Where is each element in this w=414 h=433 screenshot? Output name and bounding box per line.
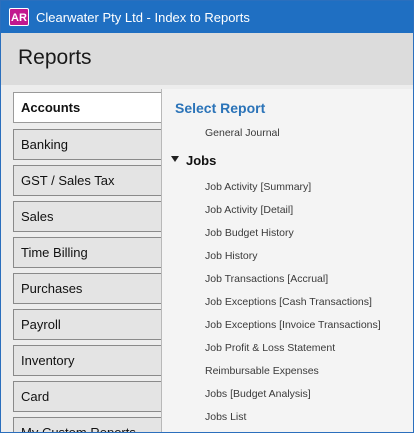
report-item-job-activity-summary[interactable]: Job Activity [Summary]: [205, 181, 311, 193]
report-item-job-exceptions-cash[interactable]: Job Exceptions [Cash Transactions]: [205, 296, 372, 308]
select-report-panel: Select Report General Journal Jobs Job A…: [161, 89, 413, 432]
select-report-heading: Select Report: [175, 100, 266, 116]
report-item-job-profit-loss[interactable]: Job Profit & Loss Statement: [205, 342, 335, 354]
report-item-job-transactions-accrual[interactable]: Job Transactions [Accrual]: [205, 273, 328, 285]
report-item-jobs-list[interactable]: Jobs List: [205, 411, 246, 423]
report-item-reimbursable-expenses[interactable]: Reimbursable Expenses: [205, 365, 319, 377]
reports-window: AR Clearwater Pty Ltd - Index to Reports…: [0, 0, 414, 433]
app-logo-icon: AR: [9, 8, 29, 26]
report-item-job-history[interactable]: Job History: [205, 250, 258, 262]
report-item-jobs-budget-analysis[interactable]: Jobs [Budget Analysis]: [205, 388, 311, 400]
report-item-job-activity-detail[interactable]: Job Activity [Detail]: [205, 204, 293, 216]
report-item-job-exceptions-invoice[interactable]: Job Exceptions [Invoice Transactions]: [205, 319, 381, 331]
caret-down-icon[interactable]: [171, 156, 179, 162]
report-item-job-budget-history[interactable]: Job Budget History: [205, 227, 294, 239]
window-title: Clearwater Pty Ltd - Index to Reports: [36, 10, 250, 25]
page-title: Reports: [18, 46, 92, 69]
page-header: Reports: [1, 33, 413, 85]
report-item-general-journal[interactable]: General Journal: [205, 127, 280, 139]
title-bar[interactable]: AR Clearwater Pty Ltd - Index to Reports: [1, 1, 413, 33]
jobs-group-label: Jobs: [186, 153, 217, 168]
